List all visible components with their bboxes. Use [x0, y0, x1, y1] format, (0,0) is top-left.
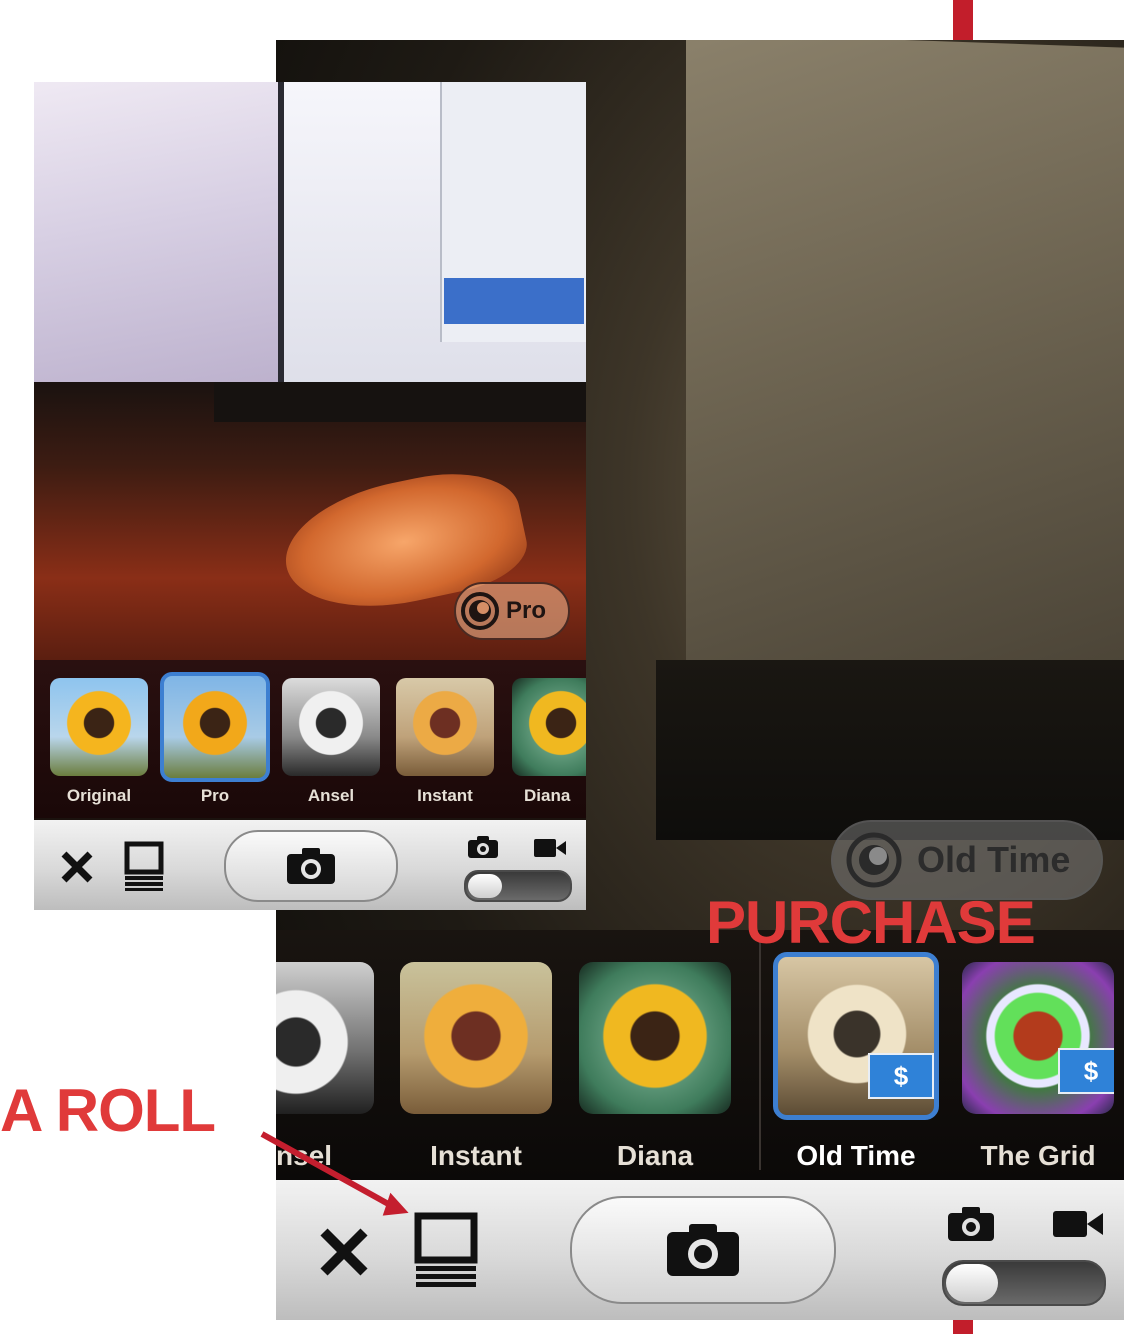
filter-label-original: Original — [66, 786, 132, 805]
viewfinder-scene-bezel — [214, 382, 586, 422]
camera-viewfinder-small: Pro Original Pro Ansel Instant Diana — [34, 82, 586, 910]
sunflower-bw — [276, 982, 356, 1102]
filter-thumb-diana[interactable] — [579, 962, 731, 1114]
camera-icon — [667, 1224, 739, 1276]
sunflower-vivid — [595, 976, 715, 1096]
filter-thumb-original[interactable] — [50, 678, 148, 776]
filter-thumb-ansel[interactable] — [276, 962, 374, 1114]
sunflower-vivid — [524, 686, 586, 760]
filter-thumb-pro[interactable] — [160, 672, 270, 782]
filter-label-pro: Pro — [200, 786, 230, 805]
mode-toggle-knob[interactable] — [468, 874, 502, 898]
filter-thumb-the-grid[interactable]: $ — [962, 962, 1114, 1114]
sunflower-pro — [178, 686, 252, 760]
mode-toggle-knob[interactable] — [946, 1264, 998, 1302]
mode-toggle-switch[interactable] — [464, 870, 572, 902]
shutter-button[interactable] — [570, 1196, 836, 1304]
filter-badge-label: Pro — [506, 597, 547, 624]
filter-strip-small: Original Pro Ansel Instant Diana — [34, 660, 586, 818]
shutter-button[interactable] — [224, 830, 398, 902]
close-icon[interactable] — [56, 846, 98, 888]
viewfinder-monitor-scene — [686, 40, 1124, 688]
filter-label-diana: Diana — [524, 786, 571, 805]
filter-thumb-instant-small[interactable] — [396, 678, 494, 776]
filter-label-instant: Instant — [417, 786, 473, 805]
lux-circle-icon — [461, 592, 499, 630]
lux-circle-icon — [846, 832, 902, 888]
filter-label-old-time: Old Time — [796, 1140, 916, 1171]
filter-thumb-instant[interactable] — [400, 962, 552, 1114]
camera-icon — [287, 848, 335, 884]
filter-thumb-old-time[interactable]: $ — [773, 952, 939, 1120]
annotation-arrow — [260, 1131, 409, 1216]
filter-divider — [759, 940, 761, 1170]
viewfinder-desk-scene — [656, 660, 1124, 840]
filter-badge-label: Old Time — [917, 839, 1071, 880]
camera-roll-icon[interactable] — [412, 1210, 480, 1290]
filter-label-ansel: Ansel — [307, 786, 355, 805]
photo-mode-icon[interactable] — [944, 1204, 998, 1244]
viewfinder-scene-highlight — [444, 278, 584, 324]
mode-toggle-switch[interactable] — [942, 1260, 1106, 1306]
red-accent-bar-top — [953, 0, 973, 42]
filter-label-the-grid: The Grid — [980, 1140, 1096, 1171]
annotation-purchase: PURCHASE — [706, 889, 1036, 956]
sunflower-bw — [294, 686, 368, 760]
camera-roll-icon[interactable] — [122, 840, 166, 892]
filter-thumb-diana-small[interactable] — [512, 678, 586, 776]
paid-badge-icon-grid: $ — [1058, 1048, 1114, 1094]
red-accent-bar-bottom — [953, 1318, 973, 1334]
annotation-camera-roll: A ROLL — [0, 1077, 216, 1144]
photo-mode-icon[interactable] — [466, 834, 500, 860]
filter-badge-pro[interactable]: Pro — [454, 582, 570, 640]
filter-label-diana: Diana — [616, 1140, 694, 1171]
sunflower-original — [62, 686, 136, 760]
sunflower-warm — [408, 686, 482, 760]
video-mode-icon[interactable] — [1050, 1206, 1106, 1242]
video-mode-icon[interactable] — [532, 836, 568, 860]
sunflower-warm — [416, 976, 536, 1096]
close-icon[interactable] — [312, 1220, 376, 1284]
filter-thumb-ansel-small[interactable] — [282, 678, 380, 776]
paid-badge-icon: $ — [868, 1053, 934, 1099]
camera-toolbar-small — [34, 820, 586, 910]
